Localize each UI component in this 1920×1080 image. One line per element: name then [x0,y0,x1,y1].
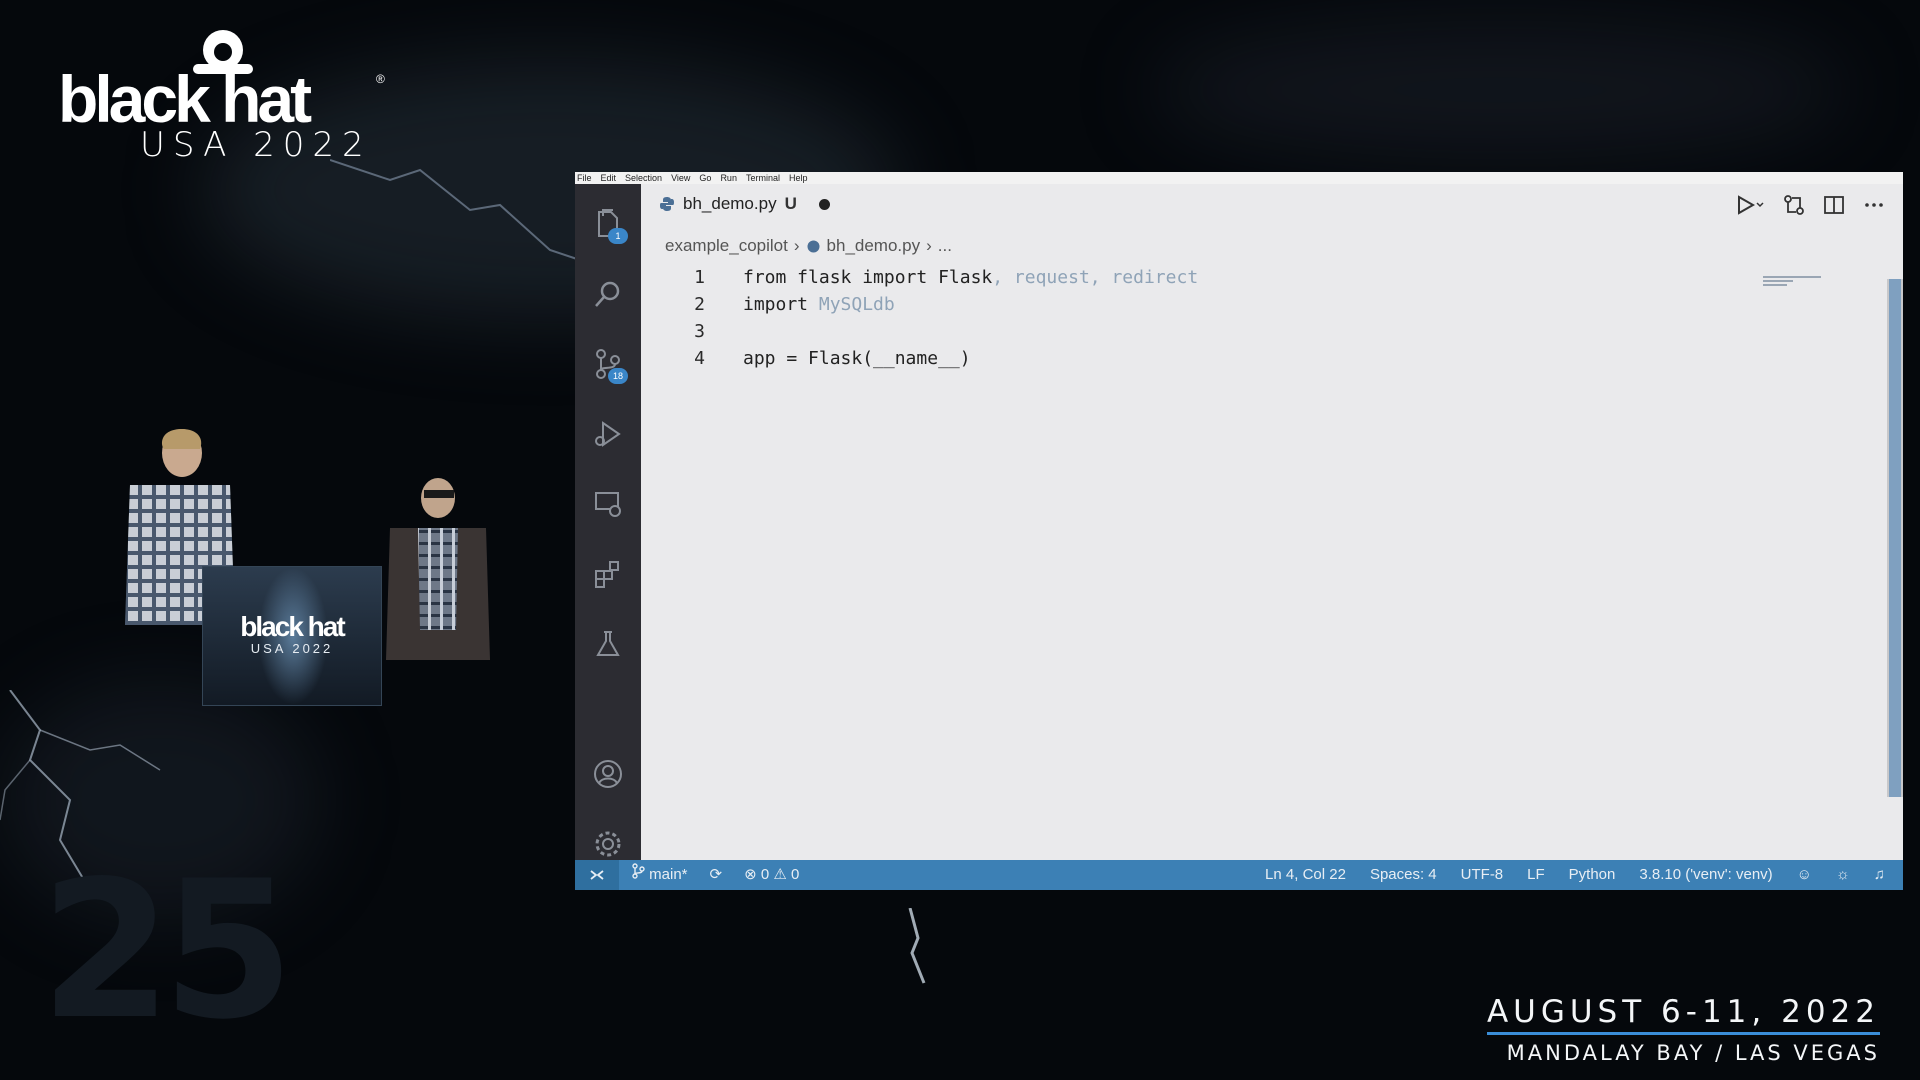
breadcrumb: example_copilot › bh_demo.py › ... [665,236,952,256]
blackhat-logo: black hat ® USA 2022 [58,24,398,164]
notifications-bell-icon[interactable]: ♫ [1874,860,1885,890]
breadcrumb-folder[interactable]: example_copilot [665,236,788,256]
podium: black hat USA 2022 [202,566,382,706]
code-text: app = Flask(__name__) [743,348,971,369]
remote-explorer-icon[interactable] [590,486,626,522]
event-date-block: AUGUST 6-11, 2022 MANDALAY BAY / LAS VEG… [1486,993,1880,1065]
source-control-icon[interactable]: 18 [590,346,628,384]
logo-text: black hat [58,62,312,136]
lightning-graphic [908,908,926,984]
warning-icon: ⚠ [773,866,787,883]
code-line: 2 import MySQLdb [641,291,1873,318]
event-venue: MANDALAY BAY / LAS VEGAS [1506,1041,1880,1065]
error-icon: ⊗ [744,866,757,883]
copilot-icon[interactable]: ☺ [1797,860,1812,890]
file-encoding[interactable]: UTF-8 [1461,860,1504,890]
date-divider [1486,1032,1880,1035]
podium-logo-subtitle: USA 2022 [250,641,334,656]
indentation[interactable]: Spaces: 4 [1370,860,1437,890]
code-editor[interactable]: 1 from flask import Flask, request, redi… [641,264,1873,372]
menu-terminal[interactable]: Terminal [746,172,780,184]
chevron-right-icon: › [793,236,800,255]
files-icon[interactable]: 1 [590,206,628,244]
editor-area: bh_demo.py U example_copilot › bh_demo.p… [641,184,1903,872]
vscode-window: File Edit Selection View Go Run Terminal… [575,172,1903,890]
podium-logo-text: black hat [240,611,345,642]
tab-filename: bh_demo.py [683,194,777,213]
branch-name: main* [649,866,688,883]
breadcrumb-file[interactable]: bh_demo.py [827,236,921,256]
more-actions-icon[interactable] [1863,194,1885,216]
background-number: 25 [40,840,294,1061]
run-python-file-icon[interactable] [1735,194,1765,216]
python-file-icon [807,240,820,252]
chevron-right-icon: › [926,236,932,255]
status-bar: main* ⟳ ⊗ 0 ⚠ 0 Ln 4, Col 22 Spaces: 4 U… [575,860,1903,890]
code-typed: from flask import Flask [743,267,993,288]
lightning-graphic [330,159,581,261]
menu-bar: File Edit Selection View Go Run Terminal… [575,172,1903,184]
breadcrumb-symbols[interactable]: ... [938,236,952,256]
menu-file[interactable]: File [577,172,592,184]
menu-view[interactable]: View [671,172,690,184]
sync-icon[interactable]: ⟳ [710,860,723,890]
code-line: 3 [641,318,1873,345]
line-number: 3 [694,321,705,342]
status-right: Ln 4, Col 22 Spaces: 4 UTF-8 LF Python 3… [1265,860,1885,890]
line-number: 4 [694,348,705,369]
testing-icon[interactable] [590,626,626,662]
warning-count: 0 [791,866,800,883]
code-text: import MySQLdb [743,291,895,318]
code-line: 4 app = Flask(__name__) [641,345,1873,372]
python-file-icon [660,197,674,211]
open-changes-icon[interactable] [1783,194,1805,216]
tab-untracked-status: U [784,194,797,213]
copilot-suggestion: MySQLdb [818,294,895,315]
menu-help[interactable]: Help [789,172,808,184]
minimap[interactable] [1763,276,1823,288]
speaker-silhouette [386,478,490,660]
unsaved-dot-icon[interactable] [818,198,830,210]
account-icon[interactable] [590,756,626,792]
problems-indicator[interactable]: ⊗ 0 ⚠ 0 [744,860,799,890]
line-number: 2 [694,294,705,315]
error-count: 0 [760,866,770,883]
remote-indicator-icon[interactable] [575,860,619,890]
menu-run[interactable]: Run [720,172,737,184]
source-control-badge: 18 [608,368,628,384]
vertical-scrollbar-thumb[interactable] [1889,279,1901,797]
language-mode[interactable]: Python [1569,860,1616,890]
python-interpreter[interactable]: 3.8.10 ('venv': venv) [1639,860,1772,890]
code-text: from flask import Flask, request, redire… [743,264,1198,291]
split-editor-icon[interactable] [1823,194,1845,216]
background-glow [1150,20,1850,160]
logo-registered-mark: ® [376,72,385,86]
activity-bar: 1 18 [575,184,641,872]
logo-subtitle: USA 2022 [140,125,372,165]
tab-bh-demo[interactable]: bh_demo.py U [659,192,830,216]
feedback-icon[interactable]: ☼ [1836,860,1850,890]
branch-indicator[interactable]: main* [631,860,688,890]
search-icon[interactable] [590,276,626,312]
code-typed: import [743,294,819,315]
line-number: 1 [694,267,705,288]
copilot-suggestion: , request, redirect [992,267,1199,288]
cursor-position[interactable]: Ln 4, Col 22 [1265,860,1346,890]
run-debug-icon[interactable] [590,416,626,452]
code-line: 1 from flask import Flask, request, redi… [641,264,1873,291]
extensions-icon[interactable] [590,556,626,592]
tab-bar: bh_demo.py U [641,184,1903,222]
menu-edit[interactable]: Edit [601,172,617,184]
menu-go[interactable]: Go [699,172,711,184]
end-of-line[interactable]: LF [1527,860,1545,890]
explorer-badge: 1 [608,228,628,244]
git-branch-icon [632,863,645,879]
menu-selection[interactable]: Selection [625,172,662,184]
event-dates: AUGUST 6-11, 2022 [1486,994,1880,1030]
editor-actions [1735,194,1885,216]
status-left: main* ⟳ ⊗ 0 ⚠ 0 [631,860,799,890]
settings-gear-icon[interactable] [590,826,626,862]
